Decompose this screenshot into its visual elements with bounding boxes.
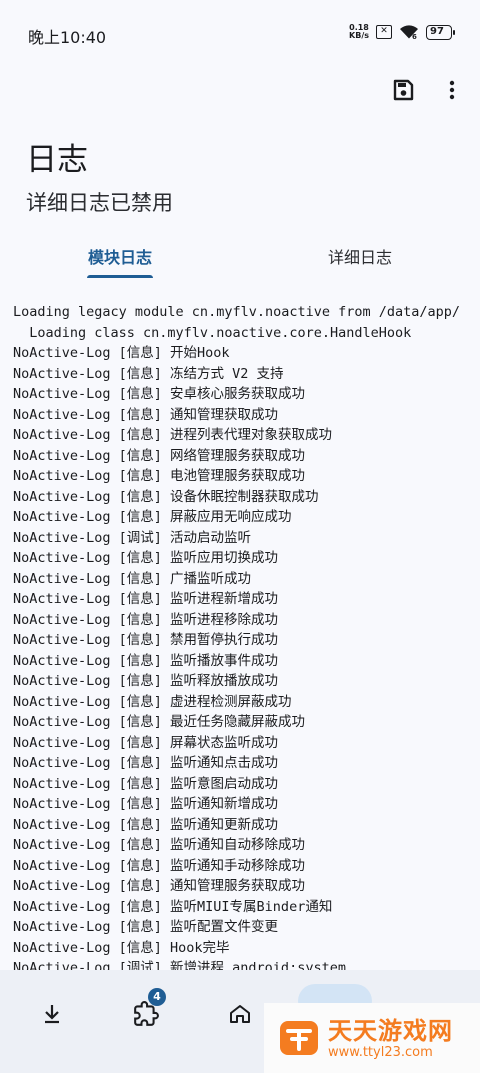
network-speed: 0.18 KB/s: [349, 24, 369, 40]
log-line: NoActive-Log [调试] 活动启动监听: [13, 529, 252, 546]
log-line: NoActive-Log [信息] 监听通知自动移除成功: [13, 837, 306, 853]
log-line: NoActive-Log [信息] 屏蔽应用无响应成功: [13, 509, 292, 525]
watermark-logo-icon: [280, 1021, 318, 1055]
log-line: NoActive-Log [信息] 通知管理服务获取成功: [13, 878, 306, 894]
save-button[interactable]: [389, 76, 417, 104]
battery-indicator: 97: [426, 24, 455, 40]
log-line: NoActive-Log [信息] 监听释放播放成功: [13, 673, 279, 689]
log-line: NoActive-Log [信息] 监听配置文件变更: [13, 919, 279, 935]
log-line: NoActive-Log [信息] 监听MIUI专属Binder通知: [13, 898, 333, 915]
log-line: NoActive-Log [信息] 屏幕状态监听成功: [13, 734, 279, 751]
log-line: NoActive-Log [信息] 监听意图启动成功: [13, 775, 279, 792]
page-subtitle: 详细日志已禁用: [26, 191, 173, 215]
download-icon: [45, 1005, 59, 1024]
log-content[interactable]: Loading legacy module cn.myflv.noactive …: [0, 302, 480, 970]
modules-count-badge: 4: [148, 988, 166, 1006]
log-line: NoActive-Log [信息] 进程列表代理对象获取成功: [13, 427, 333, 443]
log-line: NoActive-Log [信息] 监听进程移除成功: [13, 611, 279, 628]
status-icons: 0.18 KB/s ✕ 6 97: [349, 24, 455, 40]
save-icon: [393, 79, 414, 101]
svg-text:6: 6: [412, 33, 417, 40]
watermark: 天天游戏网 www.ttyl23.com: [264, 1003, 480, 1073]
log-line: NoActive-Log [信息] 监听通知点击成功: [13, 755, 279, 771]
log-line: NoActive-Log [信息] 监听应用切换成功: [13, 550, 279, 566]
log-line: NoActive-Log [信息] 监听通知手动移除成功: [13, 857, 306, 874]
status-bar: 晚上10:40 0.18 KB/s ✕ 6 97: [0, 0, 480, 68]
tab-label: 模块日志: [87, 248, 152, 267]
nav-item-download[interactable]: [20, 982, 84, 1046]
nav-item-modules[interactable]: 4: [114, 982, 178, 1046]
log-line: NoActive-Log [信息] 监听播放事件成功: [13, 652, 279, 669]
more-options-button[interactable]: [438, 76, 466, 104]
tab-verbose-log[interactable]: 详细日志: [240, 230, 480, 282]
watermark-title: 天天游戏网: [328, 1016, 453, 1045]
log-line: NoActive-Log [信息] 最近任务隐藏屏蔽成功: [13, 714, 306, 730]
log-line: NoActive-Log [信息] 监听进程新增成功: [13, 591, 279, 607]
log-line: NoActive-Log [信息] 监听通知更新成功: [13, 816, 279, 833]
log-line: Loading legacy module cn.myflv.noactive …: [13, 304, 461, 320]
log-line: NoActive-Log [调试] 新增进程 android:system: [13, 960, 346, 970]
log-line: NoActive-Log [信息] 广播监听成功: [13, 570, 252, 587]
page-title: 日志: [26, 142, 88, 178]
log-line: NoActive-Log [信息] 设备休眠控制器获取成功: [13, 488, 319, 505]
watermark-text: 天天游戏网 www.ttyl23.com: [328, 1017, 453, 1060]
log-line: NoActive-Log [信息] 网络管理服务获取成功: [13, 447, 306, 464]
log-tabs: 模块日志 详细日志: [0, 230, 480, 282]
log-line: NoActive-Log [信息] 通知管理获取成功: [13, 406, 279, 423]
status-time: 晚上10:40: [28, 28, 107, 47]
network-speed-unit: KB/s: [349, 31, 369, 40]
more-vert-icon: [449, 80, 455, 100]
log-line: NoActive-Log [信息] 禁用暂停执行成功: [13, 632, 279, 648]
log-line: NoActive-Log [信息] 监听通知新增成功: [13, 796, 279, 812]
log-line: NoActive-Log [信息] Hook完毕: [13, 939, 230, 956]
tab-label: 详细日志: [327, 248, 392, 267]
nav-item-home[interactable]: [208, 982, 272, 1046]
log-line: NoActive-Log [信息] 虚进程检测屏蔽成功: [13, 693, 292, 710]
log-line: NoActive-Log [信息] 电池管理服务获取成功: [13, 468, 306, 484]
log-line: NoActive-Log [信息] 安卓核心服务获取成功: [13, 386, 306, 402]
wifi-icon: 6: [400, 25, 418, 40]
tab-module-log[interactable]: 模块日志: [0, 230, 240, 282]
watermark-url: www.ttyl23.com: [328, 1044, 433, 1060]
tab-active-indicator: [87, 275, 153, 278]
log-line: NoActive-Log [信息] 冻结方式 V2 支持: [13, 365, 284, 382]
log-line: Loading class cn.myflv.noactive.core.Han…: [13, 324, 412, 341]
log-line: NoActive-Log [信息] 开始Hook: [13, 345, 230, 361]
home-icon: [230, 1005, 250, 1023]
no-sim-icon: ✕: [376, 25, 392, 39]
